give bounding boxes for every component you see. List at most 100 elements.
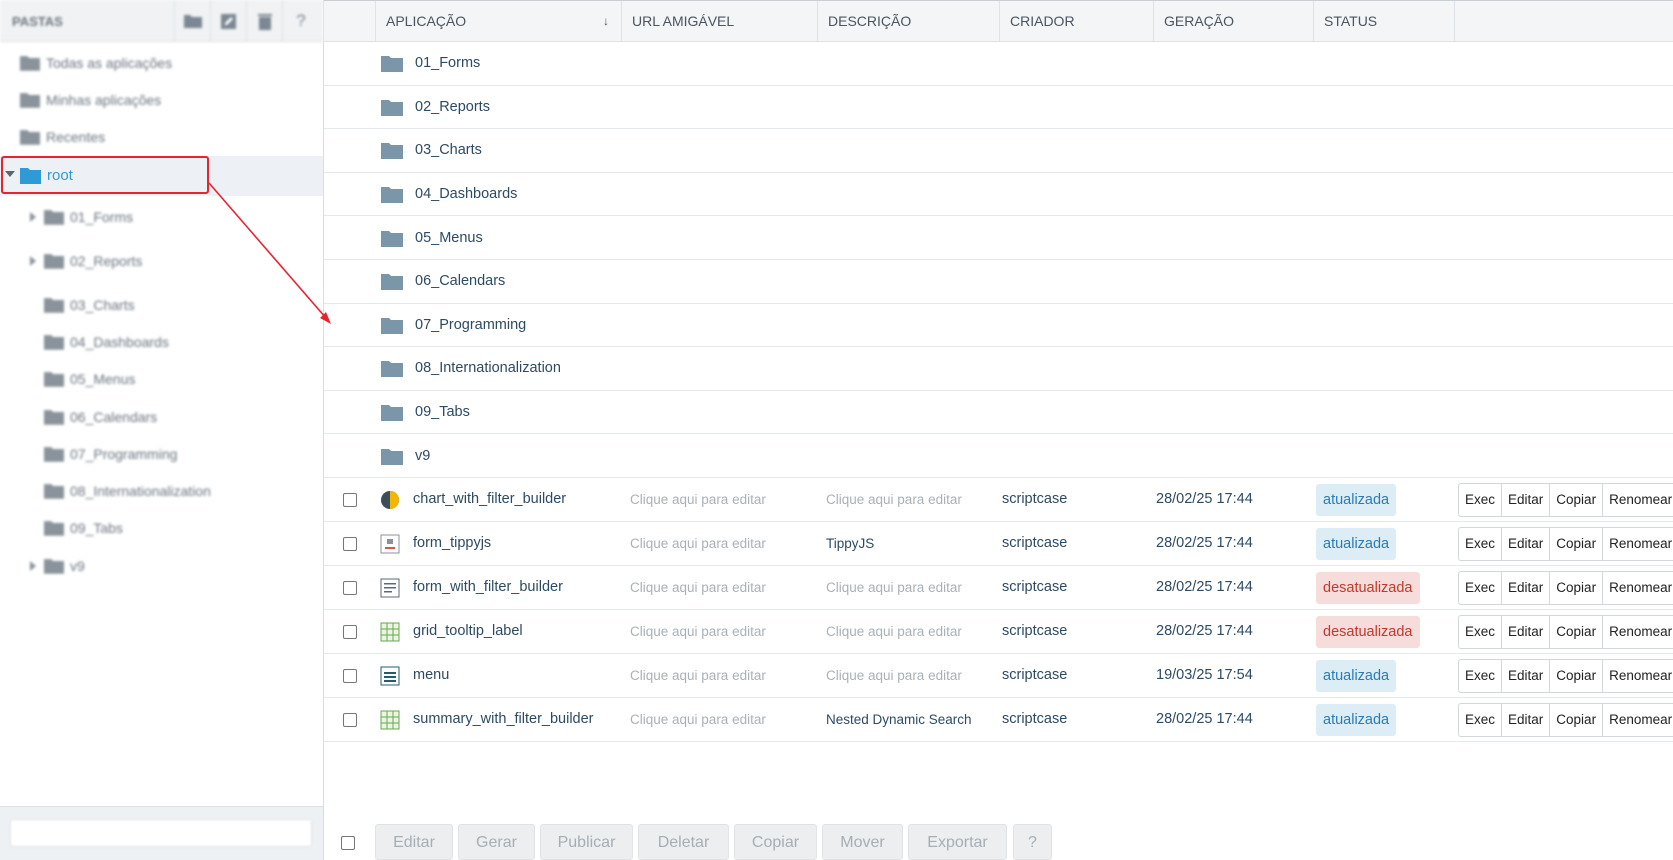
bottom-export-button[interactable]: Exportar [908, 824, 1007, 860]
tree-item-1[interactable]: 02_Reports [30, 250, 142, 272]
edit-button[interactable]: Editar [1502, 528, 1551, 560]
header-generation[interactable]: GERAÇÃO [1154, 1, 1314, 42]
new-folder-icon[interactable] [182, 10, 204, 32]
edit-button[interactable]: Editar [1502, 704, 1551, 736]
friendly-url-editable[interactable]: Clique aqui para editar [630, 492, 766, 507]
edit-folder-icon[interactable] [218, 10, 240, 32]
rename-button[interactable]: Renomear [1603, 704, 1673, 736]
edit-button[interactable]: Editar [1502, 572, 1551, 604]
header-creator[interactable]: CRIADOR [1000, 1, 1154, 42]
expand-caret-icon[interactable] [30, 256, 36, 266]
folder-name[interactable]: 03_Charts [415, 142, 482, 158]
sidebar-item-2[interactable]: Recentes [20, 126, 105, 148]
tree-item-6[interactable]: 07_Programming [44, 443, 177, 465]
description-editable[interactable]: Clique aqui para editar [826, 492, 962, 507]
help-icon[interactable]: ? [290, 10, 312, 32]
folder-row[interactable]: 06_Calendars [324, 260, 1673, 304]
copy-button[interactable]: Copiar [1550, 528, 1604, 560]
exec-button[interactable]: Exec [1459, 484, 1503, 516]
folder-row[interactable]: 08_Internationalization [324, 347, 1673, 391]
rename-button[interactable]: Renomear [1603, 528, 1673, 560]
edit-button[interactable]: Editar [1502, 484, 1551, 516]
tree-item-8[interactable]: 09_Tabs [44, 517, 123, 539]
application-name[interactable]: summary_with_filter_builder [413, 711, 594, 727]
tree-item-9[interactable]: v9 [30, 555, 85, 577]
friendly-url-editable[interactable]: Clique aqui para editar [630, 668, 766, 683]
friendly-url-editable[interactable]: Clique aqui para editar [630, 536, 766, 551]
friendly-url-editable[interactable]: Clique aqui para editar [630, 624, 766, 639]
rename-button[interactable]: Renomear [1603, 484, 1673, 516]
row-checkbox[interactable] [343, 537, 357, 551]
folder-name[interactable]: 07_Programming [415, 317, 526, 333]
sidebar-item-0[interactable]: Todas as aplicações [20, 52, 172, 74]
rename-button[interactable]: Renomear [1603, 572, 1673, 604]
folder-search-input[interactable] [10, 819, 312, 847]
row-checkbox[interactable] [343, 581, 357, 595]
bottom-delete-button[interactable]: Deletar [638, 824, 729, 860]
header-url[interactable]: URL AMIGÁVEL [622, 1, 818, 42]
description-editable[interactable]: Clique aqui para editar [826, 580, 962, 595]
folder-row[interactable]: 07_Programming [324, 304, 1673, 348]
copy-button[interactable]: Copiar [1550, 572, 1604, 604]
bottom-copy-button[interactable]: Copiar [734, 824, 817, 860]
tree-item-7[interactable]: 08_Internationalization [44, 480, 211, 502]
tree-item-0[interactable]: 01_Forms [30, 206, 133, 228]
folder-name[interactable]: 01_Forms [415, 55, 480, 71]
friendly-url-editable[interactable]: Clique aqui para editar [630, 580, 766, 595]
folder-row[interactable]: 03_Charts [324, 129, 1673, 173]
header-description[interactable]: DESCRIÇÃO [818, 1, 1000, 42]
header-status[interactable]: STATUS [1314, 1, 1455, 42]
exec-button[interactable]: Exec [1459, 704, 1503, 736]
tree-item-4[interactable]: 05_Menus [44, 368, 135, 390]
description-editable[interactable]: Clique aqui para editar [826, 668, 962, 683]
folder-row[interactable]: 01_Forms [324, 42, 1673, 86]
copy-button[interactable]: Copiar [1550, 484, 1604, 516]
tree-item-2[interactable]: 03_Charts [44, 294, 135, 316]
edit-button[interactable]: Editar [1502, 616, 1551, 648]
folder-row[interactable]: 04_Dashboards [324, 173, 1673, 217]
bottom-publish-button[interactable]: Publicar [540, 824, 633, 860]
exec-button[interactable]: Exec [1459, 660, 1503, 692]
folder-name[interactable]: 05_Menus [415, 230, 483, 246]
bottom-help-button[interactable]: ? [1013, 824, 1052, 860]
copy-button[interactable]: Copiar [1550, 704, 1604, 736]
copy-button[interactable]: Copiar [1550, 616, 1604, 648]
folder-row[interactable]: v9 [324, 434, 1673, 478]
select-all-checkbox[interactable] [341, 836, 355, 850]
sort-desc-icon[interactable]: ↓ [603, 1, 609, 42]
application-name[interactable]: chart_with_filter_builder [413, 491, 566, 507]
folder-name[interactable]: 06_Calendars [415, 273, 505, 289]
application-name[interactable]: menu [413, 667, 449, 683]
header-application[interactable]: APLICAÇÃO ↓ [376, 1, 622, 42]
bottom-generate-button[interactable]: Gerar [458, 824, 535, 860]
bottom-move-button[interactable]: Mover [822, 824, 903, 860]
folder-row[interactable]: 02_Reports [324, 86, 1673, 130]
rename-button[interactable]: Renomear [1603, 660, 1673, 692]
folder-row[interactable]: 09_Tabs [324, 391, 1673, 435]
tree-item-3[interactable]: 04_Dashboards [44, 331, 169, 353]
copy-button[interactable]: Copiar [1550, 660, 1604, 692]
friendly-url-editable[interactable]: Clique aqui para editar [630, 712, 766, 727]
row-checkbox[interactable] [343, 625, 357, 639]
description-editable[interactable]: TippyJS [826, 536, 874, 551]
expand-caret-icon[interactable] [30, 561, 36, 571]
rename-button[interactable]: Renomear [1603, 616, 1673, 648]
folder-name[interactable]: 02_Reports [415, 99, 490, 115]
description-editable[interactable]: Nested Dynamic Search [826, 712, 972, 727]
description-editable[interactable]: Clique aqui para editar [826, 624, 962, 639]
folder-row[interactable]: 05_Menus [324, 216, 1673, 260]
exec-button[interactable]: Exec [1459, 616, 1503, 648]
folder-name[interactable]: 04_Dashboards [415, 186, 517, 202]
row-checkbox[interactable] [343, 493, 357, 507]
sidebar-item-1[interactable]: Minhas aplicações [20, 89, 161, 111]
folder-name[interactable]: 08_Internationalization [415, 360, 561, 376]
tree-item-5[interactable]: 06_Calendars [44, 406, 157, 428]
application-name[interactable]: form_tippyjs [413, 535, 491, 551]
row-checkbox[interactable] [343, 669, 357, 683]
edit-button[interactable]: Editar [1502, 660, 1551, 692]
exec-button[interactable]: Exec [1459, 528, 1503, 560]
application-name[interactable]: form_with_filter_builder [413, 579, 563, 595]
bottom-edit-button[interactable]: Editar [375, 824, 453, 860]
folder-name[interactable]: 09_Tabs [415, 404, 470, 420]
application-name[interactable]: grid_tooltip_label [413, 623, 523, 639]
